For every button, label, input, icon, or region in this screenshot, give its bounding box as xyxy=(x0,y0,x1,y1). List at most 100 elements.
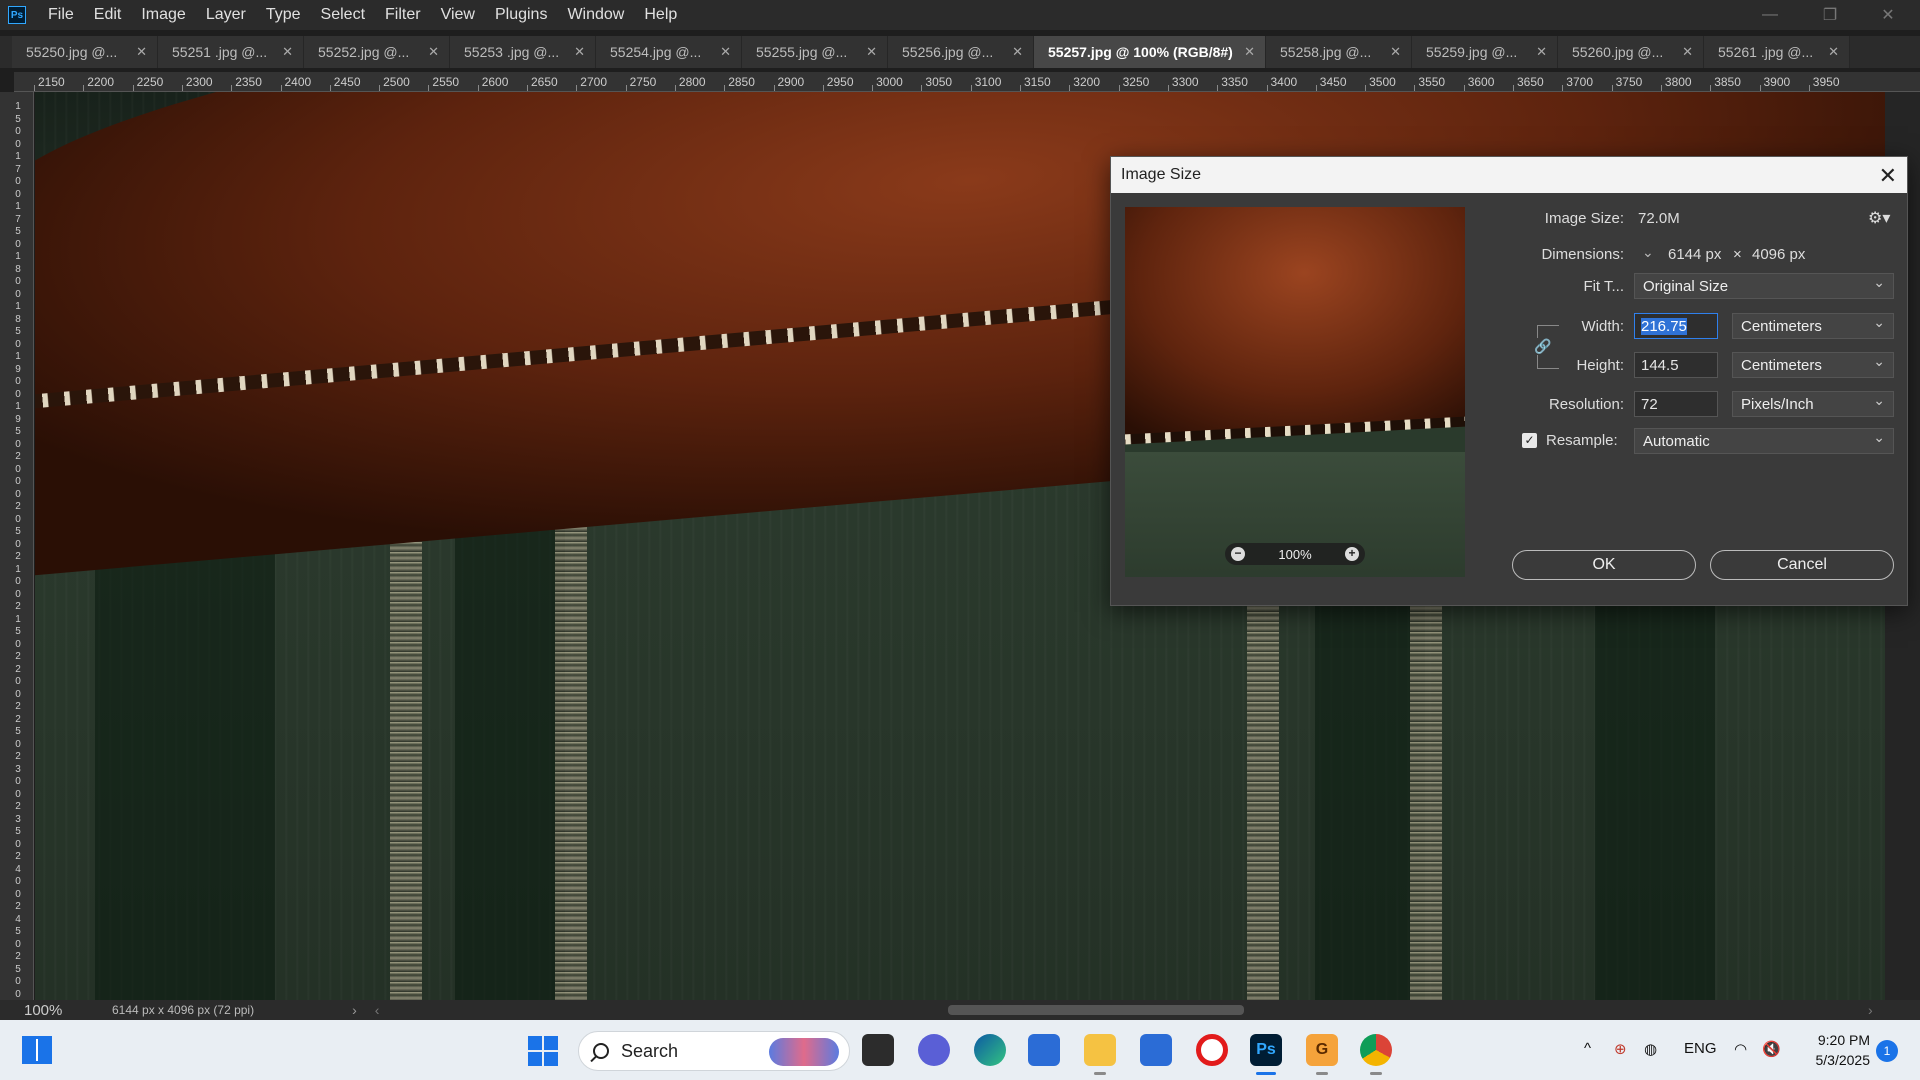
ruler-tick xyxy=(34,85,35,91)
tab-close-icon[interactable]: ✕ xyxy=(720,44,731,60)
ruler-tick-label: 7 xyxy=(15,213,21,225)
ruler-tick-label: 2950 xyxy=(826,75,854,89)
document-tab[interactable]: 55260.jpg @... ✕ xyxy=(1558,36,1704,68)
tab-close-icon[interactable]: ✕ xyxy=(1390,44,1401,60)
menu-layer[interactable]: Layer xyxy=(196,0,256,30)
menu-help[interactable]: Help xyxy=(634,0,687,30)
resample-select[interactable]: Automatic xyxy=(1634,428,1894,454)
tab-close-icon[interactable]: ✕ xyxy=(136,44,147,60)
opera-browser-icon[interactable] xyxy=(1196,1034,1228,1066)
minimize-window-icon[interactable]: — xyxy=(1748,0,1792,30)
resolution-unit-select[interactable]: Pixels/Inch xyxy=(1732,391,1894,417)
tab-label: 55254.jpg @... xyxy=(610,44,702,60)
zoom-out-icon[interactable]: − xyxy=(1231,547,1245,561)
chevron-up-icon[interactable]: ^ xyxy=(1584,1040,1591,1057)
menu-type[interactable]: Type xyxy=(256,0,311,30)
taskbar-search[interactable]: Search xyxy=(578,1031,850,1071)
ruler-tick-label: 5 xyxy=(15,963,21,975)
document-tab[interactable]: 55250.jpg @... ✕ xyxy=(12,36,158,68)
document-tab[interactable]: 55258.jpg @... ✕ xyxy=(1266,36,1412,68)
tab-close-icon[interactable]: ✕ xyxy=(282,44,293,60)
file-explorer-icon[interactable] xyxy=(1084,1034,1116,1066)
microsoft-store-icon[interactable] xyxy=(1140,1034,1172,1066)
document-tab[interactable]: 55252.jpg @... ✕ xyxy=(304,36,450,68)
ruler-tick xyxy=(132,85,134,91)
language-indicator[interactable]: ENG xyxy=(1684,1040,1717,1057)
document-tab[interactable]: 55259.jpg @... ✕ xyxy=(1412,36,1558,68)
tab-close-icon[interactable]: ✕ xyxy=(1682,44,1693,60)
edge-browser-icon[interactable] xyxy=(974,1034,1006,1066)
scroll-right-icon[interactable]: › xyxy=(1868,1002,1873,1018)
tab-close-icon[interactable]: ✕ xyxy=(1536,44,1547,60)
gear-icon[interactable]: ⚙▾ xyxy=(1868,208,1890,228)
menu-edit[interactable]: Edit xyxy=(84,0,132,30)
resolution-input[interactable]: 72 xyxy=(1634,391,1718,417)
document-tab[interactable]: 55254.jpg @... ✕ xyxy=(596,36,742,68)
ruler-tick-label: 2550 xyxy=(432,75,460,89)
tab-close-icon[interactable]: ✕ xyxy=(574,44,585,60)
ok-button[interactable]: OK xyxy=(1512,550,1696,580)
tab-close-icon[interactable]: ✕ xyxy=(866,44,877,60)
menu-file[interactable]: File xyxy=(38,0,84,30)
height-input[interactable]: 144.5 xyxy=(1634,352,1718,378)
width-input[interactable]: 216.75 xyxy=(1634,313,1718,339)
network-globe-icon[interactable]: ◍ xyxy=(1644,1040,1657,1058)
ruler-tick xyxy=(576,85,578,91)
width-unit-select[interactable]: Centimeters xyxy=(1732,313,1894,339)
link-chain-icon[interactable]: 🔗 xyxy=(1534,338,1552,355)
image-preview[interactable]: − 100% + xyxy=(1125,207,1465,577)
document-tab[interactable]: 55261 .jpg @... ✕ xyxy=(1704,36,1850,68)
ruler-vertical[interactable]: 1500170017501800185019001950200020502100… xyxy=(0,92,34,1000)
menu-view[interactable]: View xyxy=(431,0,485,30)
dialog-title-bar[interactable]: Image Size ✕ xyxy=(1111,157,1907,193)
menu-plugins[interactable]: Plugins xyxy=(485,0,557,30)
document-tab[interactable]: 55251 .jpg @... ✕ xyxy=(158,36,304,68)
document-tab[interactable]: 55255.jpg @... ✕ xyxy=(742,36,888,68)
ruler-tick xyxy=(1167,85,1169,91)
zoom-level[interactable]: 100% xyxy=(0,1002,74,1019)
restore-window-icon[interactable]: ❐ xyxy=(1808,0,1852,30)
task-view-icon[interactable] xyxy=(862,1034,894,1066)
tab-close-icon[interactable]: ✕ xyxy=(1244,44,1255,60)
resample-checkbox[interactable]: ✓ xyxy=(1522,433,1537,448)
menu-select[interactable]: Select xyxy=(311,0,375,30)
volume-muted-icon[interactable]: 🔇 xyxy=(1762,1040,1781,1058)
tab-close-icon[interactable]: ✕ xyxy=(428,44,439,60)
document-tab[interactable]: 55253 .jpg @... ✕ xyxy=(450,36,596,68)
chrome-browser-icon[interactable] xyxy=(1360,1034,1392,1066)
tab-close-icon[interactable]: ✕ xyxy=(1828,44,1839,60)
height-unit-select[interactable]: Centimeters xyxy=(1732,352,1894,378)
menu-image[interactable]: Image xyxy=(131,0,195,30)
menu-filter[interactable]: Filter xyxy=(375,0,431,30)
wifi-icon[interactable]: ◠ xyxy=(1734,1040,1747,1058)
notification-badge[interactable]: 1 xyxy=(1876,1040,1898,1062)
menu-window[interactable]: Window xyxy=(557,0,634,30)
horizontal-scrollbar-thumb[interactable] xyxy=(948,1005,1244,1015)
start-icon[interactable] xyxy=(528,1036,558,1066)
document-info[interactable]: 6144 px x 4096 px (72 ppi) xyxy=(112,1003,254,1017)
ruler-horizontal[interactable]: 2150 2200 2250 2300 2350 2400 2450 2500 2550 2600… xyxy=(14,72,1920,92)
document-tab[interactable]: 55256.jpg @... ✕ xyxy=(888,36,1034,68)
ruler-tick-label: 3200 xyxy=(1073,75,1100,89)
widgets-icon[interactable] xyxy=(22,1036,52,1064)
vpn-icon[interactable]: ⊕ xyxy=(1614,1040,1627,1058)
brave-browser-icon[interactable]: G xyxy=(1306,1034,1338,1066)
photoshop-taskbar-icon[interactable]: Ps xyxy=(1250,1034,1282,1066)
snipping-tool-icon[interactable] xyxy=(1028,1034,1060,1066)
teams-chat-icon[interactable] xyxy=(918,1034,950,1066)
ruler-tick-label: 1 xyxy=(15,351,21,362)
system-clock[interactable]: 9:20 PM 5/3/2025 xyxy=(1790,1030,1871,1070)
ruler-tick-label: 2900 xyxy=(777,75,805,89)
fit-to-select[interactable]: Original Size xyxy=(1634,273,1894,299)
ruler-tick-label: 1 xyxy=(15,201,21,212)
status-expand-icon[interactable]: › xyxy=(352,1002,357,1018)
scroll-left-icon[interactable]: ‹ xyxy=(375,1002,380,1018)
dimensions-unit-chevron-icon[interactable]: ⌄ xyxy=(1642,244,1654,261)
tab-close-icon[interactable]: ✕ xyxy=(1012,44,1023,60)
close-icon[interactable]: ✕ xyxy=(1879,163,1897,189)
ruler-tick-label: 2450 xyxy=(333,75,361,89)
cancel-button[interactable]: Cancel xyxy=(1710,550,1894,580)
close-window-icon[interactable]: ✕ xyxy=(1866,0,1910,30)
zoom-in-icon[interactable]: + xyxy=(1345,547,1359,561)
document-tab-active[interactable]: 55257.jpg @ 100% (RGB/8#) ✕ xyxy=(1034,36,1266,68)
